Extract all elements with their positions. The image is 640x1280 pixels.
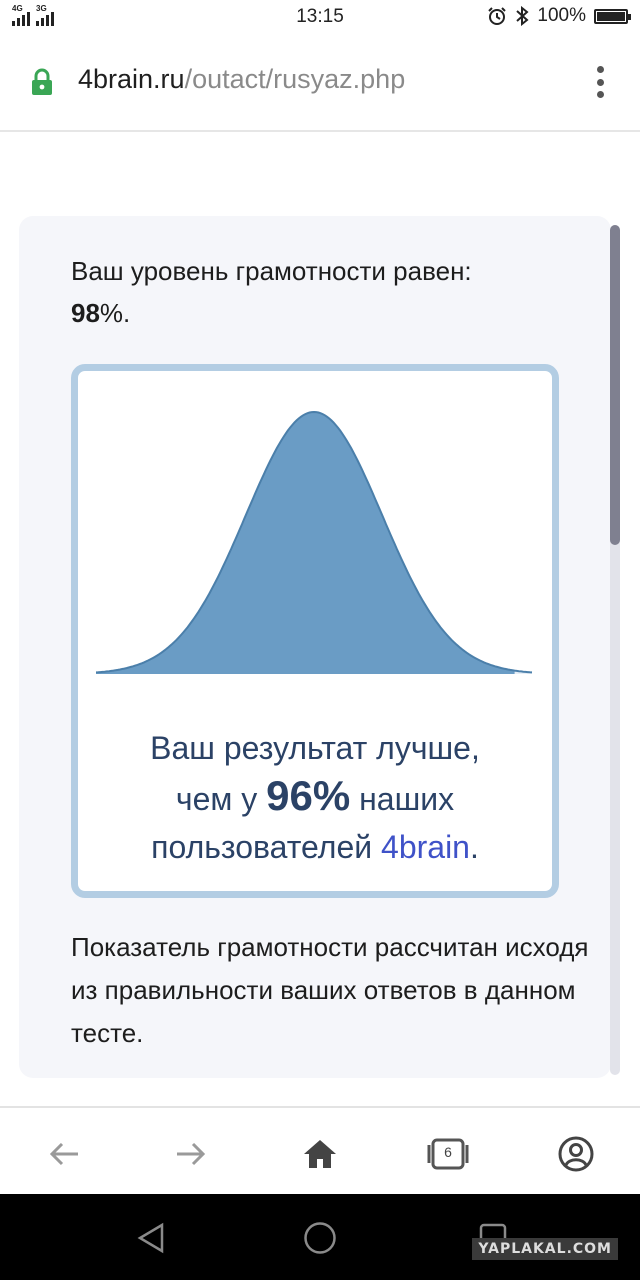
battery-percent: 100% <box>537 5 586 26</box>
comparison-line3-prefix: пользователей <box>151 829 382 865</box>
scrollbar-thumb[interactable] <box>610 225 620 545</box>
back-button[interactable] <box>40 1130 88 1178</box>
distribution-curve-area <box>96 412 515 674</box>
forward-button[interactable] <box>167 1130 215 1178</box>
url-host: 4brain.ru <box>78 64 185 94</box>
watermark: YAPLAKAL.COM <box>472 1238 618 1260</box>
battery-icon <box>594 8 631 24</box>
browser-bottom-nav: 6 <box>0 1106 640 1196</box>
account-icon <box>558 1136 594 1172</box>
literacy-value: 98%. <box>71 298 130 329</box>
comparison-prefix: чем у <box>175 781 267 817</box>
arrow-right-icon <box>177 1142 206 1166</box>
tabs-button[interactable]: 6 <box>424 1130 472 1178</box>
system-nav-bar: YAPLAKAL.COM <box>0 1194 640 1280</box>
home-button[interactable] <box>296 1130 344 1178</box>
literacy-suffix: %. <box>99 298 131 328</box>
home-icon <box>304 1140 336 1168</box>
literacy-number: 98 <box>71 298 100 328</box>
status-right: 100% <box>487 5 631 27</box>
system-back-icon[interactable] <box>136 1222 166 1254</box>
lock-icon <box>32 68 52 95</box>
account-button[interactable] <box>552 1130 600 1178</box>
comparison-end: . <box>469 829 479 865</box>
url-text[interactable]: 4brain.ru/outact/rusyaz.php <box>78 64 405 95</box>
comparison-line-1: Ваш результат лучше, <box>150 730 480 766</box>
status-bar: 4G 3G 13:15 100% <box>0 0 640 34</box>
literacy-label: Ваш уровень грамотности равен: <box>71 256 472 286</box>
arrow-left-icon <box>49 1142 78 1166</box>
explanation-text: Показатель грамотности рассчитан исходя … <box>71 932 589 1048</box>
comparison-text: Ваш результат лучше, чем у 96% наших пол… <box>71 724 559 871</box>
comparison-line-3: пользователей 4brain. <box>71 823 559 871</box>
comparison-line-2: чем у 96% наших <box>71 772 559 823</box>
comparison-percent: 96% <box>266 772 351 819</box>
brand-link[interactable]: 4brain <box>381 829 470 865</box>
system-home-icon[interactable] <box>303 1221 337 1255</box>
alarm-icon <box>488 7 507 25</box>
bluetooth-icon <box>516 6 529 26</box>
overflow-menu-icon[interactable] <box>596 66 604 98</box>
comparison-suffix: наших <box>350 781 455 817</box>
tabs-count: 6 <box>444 1144 452 1160</box>
url-path: /outact/rusyaz.php <box>184 64 406 94</box>
browser-url-bar[interactable]: 4brain.ru/outact/rusyaz.php <box>0 34 640 132</box>
distribution-curve <box>96 410 533 674</box>
